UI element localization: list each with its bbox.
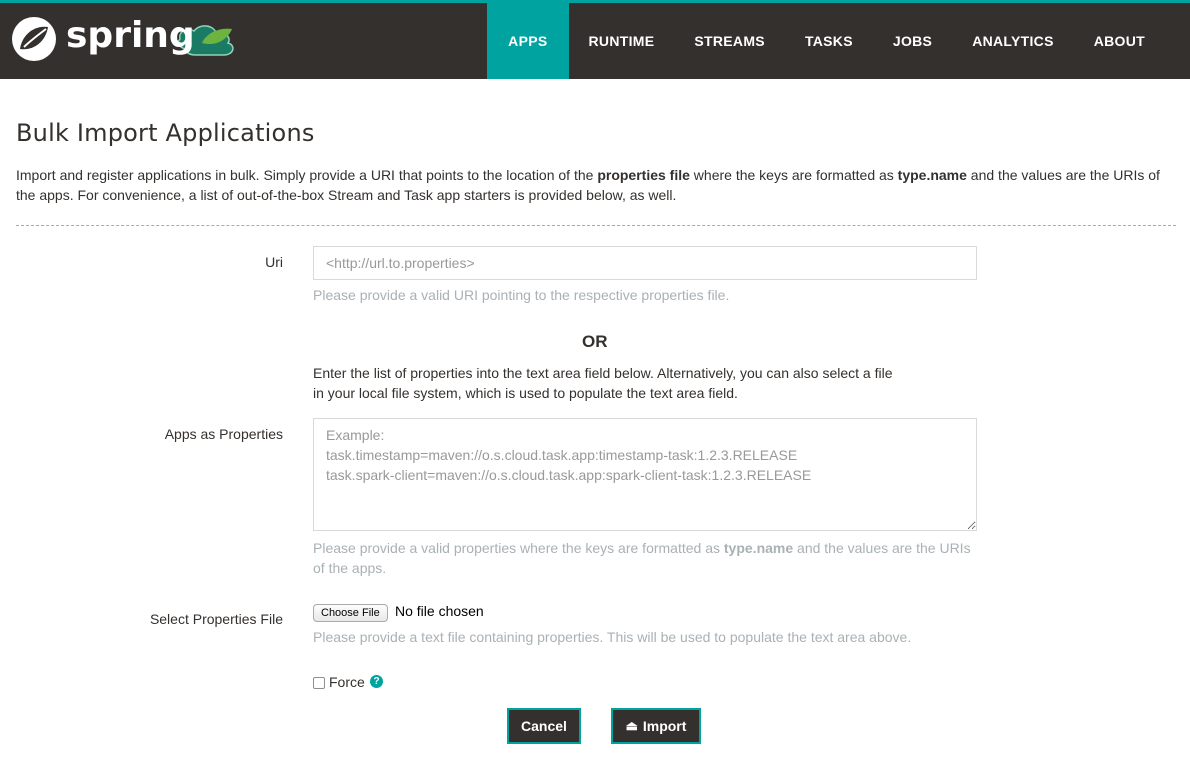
- file-label: Select Properties File: [149, 611, 283, 627]
- nav-apps[interactable]: APPS: [487, 3, 569, 79]
- apps-help-bold: type.name: [723, 540, 794, 556]
- apps-properties-label: Apps as Properties: [164, 426, 283, 442]
- import-icon: ⏏: [625, 718, 638, 733]
- uri-help-text: Please provide a valid URI pointing to t…: [313, 287, 730, 303]
- intro-text-1: Import and register applications in bulk…: [16, 167, 598, 183]
- nav-jobs[interactable]: JOBS: [873, 3, 952, 79]
- intro-text-2: where the keys are formatted as: [689, 167, 898, 183]
- apps-help-text-1: Please provide a valid properties where …: [313, 540, 724, 556]
- file-status: No file chosen: [395, 603, 484, 619]
- nav-about[interactable]: ABOUT: [1074, 3, 1165, 79]
- force-label[interactable]: Force: [329, 674, 365, 690]
- import-button-label: Import: [642, 718, 687, 734]
- force-checkbox[interactable]: [313, 677, 325, 689]
- page-title: Bulk Import Applications: [16, 119, 315, 147]
- cancel-button[interactable]: Cancel: [507, 708, 581, 744]
- choose-file-button[interactable]: Choose File: [313, 604, 388, 622]
- nav-tasks[interactable]: TASKS: [785, 3, 873, 79]
- properties-description: Enter the list of properties into the te…: [313, 365, 893, 401]
- or-separator: OR: [582, 332, 608, 351]
- apps-help-text: Please provide a valid properties where …: [313, 538, 983, 578]
- nav-streams[interactable]: STREAMS: [674, 3, 785, 79]
- section-divider: [16, 225, 1176, 226]
- cancel-button-label: Cancel: [521, 718, 567, 734]
- main-nav: APPS RUNTIME STREAMS TASKS JOBS ANALYTIC…: [487, 3, 1165, 79]
- intro-bold-type-name: type.name: [897, 167, 967, 183]
- brand-name: spring: [66, 15, 195, 56]
- uri-input[interactable]: [313, 246, 977, 280]
- nav-runtime[interactable]: RUNTIME: [569, 3, 675, 79]
- page-intro: Import and register applications in bulk…: [16, 165, 1176, 205]
- top-navbar: spring APPS RUNTIME STREAMS TASKS JOBS A…: [0, 0, 1190, 79]
- intro-bold-properties-file: properties file: [597, 167, 690, 183]
- apps-properties-textarea[interactable]: [313, 418, 977, 531]
- file-help-text: Please provide a text file containing pr…: [313, 629, 912, 645]
- import-button[interactable]: ⏏ Import: [611, 708, 701, 744]
- uri-label: Uri: [265, 254, 283, 270]
- question-circle-icon[interactable]: ?: [370, 675, 383, 688]
- nav-analytics[interactable]: ANALYTICS: [952, 3, 1074, 79]
